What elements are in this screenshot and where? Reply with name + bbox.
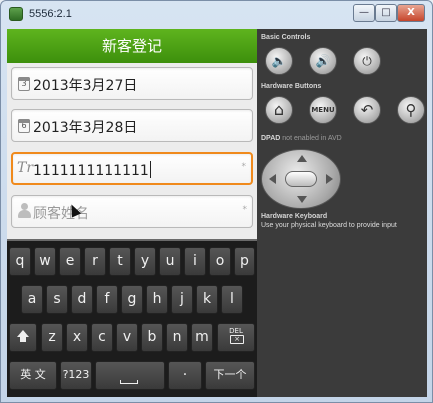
- text-caret: [149, 161, 151, 178]
- key-x[interactable]: x: [66, 323, 88, 352]
- key-q[interactable]: q: [9, 247, 31, 276]
- required-mark: *: [241, 162, 247, 172]
- calendar-icon: 3: [18, 77, 30, 91]
- minimize-button[interactable]: —: [353, 4, 375, 22]
- space-key[interactable]: [95, 361, 165, 390]
- required-mark: *: [242, 205, 248, 215]
- shift-key[interactable]: [9, 323, 37, 352]
- emulator-window: 5556:2.1 — □ X 新客登记 3 2013年3月27日 6 2013年…: [0, 0, 433, 403]
- arrival-date-field[interactable]: 3 2013年3月27日: [11, 67, 253, 100]
- departure-date-field[interactable]: 6 2013年3月28日: [11, 109, 253, 142]
- dpad-up-icon[interactable]: [297, 155, 307, 162]
- soft-keyboard: q w e r t y u i o p a s d f g h j k l z …: [7, 239, 257, 397]
- key-l[interactable]: l: [221, 285, 243, 314]
- key-g[interactable]: g: [121, 285, 143, 314]
- key-d[interactable]: d: [71, 285, 93, 314]
- menu-button[interactable]: MENU: [309, 96, 337, 124]
- phone-screen: 新客登记 3 2013年3月27日 6 2013年3月28日 Tr 111111…: [7, 29, 257, 397]
- back-button[interactable]: ↶: [353, 96, 381, 124]
- language-key[interactable]: 英 文: [9, 361, 57, 390]
- emulator-controls-panel: Basic Controls 🔈 🔊 ⏻ Hardware Buttons ⌂ …: [259, 29, 427, 397]
- key-w[interactable]: w: [34, 247, 56, 276]
- dpad-control[interactable]: [261, 149, 341, 209]
- person-icon: [17, 203, 31, 219]
- key-c[interactable]: c: [91, 323, 113, 352]
- key-e[interactable]: e: [59, 247, 81, 276]
- key-t[interactable]: t: [109, 247, 131, 276]
- key-h[interactable]: h: [146, 285, 168, 314]
- delete-key[interactable]: DEL ×: [217, 323, 255, 352]
- text-type-icon: Tr: [17, 160, 34, 176]
- volume-up-button[interactable]: 🔊: [309, 47, 337, 75]
- key-a[interactable]: a: [21, 285, 43, 314]
- android-app-icon: [9, 7, 23, 21]
- key-z[interactable]: z: [41, 323, 63, 352]
- space-icon: [120, 380, 138, 384]
- period-key[interactable]: ·: [168, 361, 202, 390]
- key-s[interactable]: s: [46, 285, 68, 314]
- backspace-icon: ×: [230, 335, 244, 344]
- window-title: 5556:2.1: [29, 8, 72, 20]
- key-v[interactable]: v: [116, 323, 138, 352]
- key-b[interactable]: b: [141, 323, 163, 352]
- phone-number-text-wrap: 1111111111111: [33, 161, 151, 179]
- departure-date-value: 2013年3月28日: [33, 120, 138, 136]
- hardware-keyboard-label: Hardware Keyboard: [261, 213, 328, 220]
- key-u[interactable]: u: [159, 247, 181, 276]
- calendar-icon: 6: [18, 119, 30, 133]
- phone-number-field[interactable]: Tr 1111111111111 *: [11, 152, 253, 185]
- key-k[interactable]: k: [196, 285, 218, 314]
- power-button[interactable]: ⏻: [353, 47, 381, 75]
- close-button[interactable]: X: [397, 4, 425, 22]
- dpad-title: DPAD: [261, 135, 281, 142]
- app-title: 新客登记: [7, 29, 257, 63]
- key-f[interactable]: f: [96, 285, 118, 314]
- key-m[interactable]: m: [191, 323, 213, 352]
- key-o[interactable]: o: [209, 247, 231, 276]
- key-p[interactable]: p: [234, 247, 255, 276]
- dpad-note: not enabled in AVD: [282, 135, 342, 142]
- dpad-right-icon[interactable]: [326, 174, 333, 184]
- emulator-body: 新客登记 3 2013年3月27日 6 2013年3月28日 Tr 111111…: [7, 29, 427, 397]
- title-bar: 5556:2.1 — □ X: [1, 1, 432, 29]
- arrival-date-value: 2013年3月27日: [33, 78, 138, 94]
- dpad-label: DPAD not enabled in AVD: [261, 135, 342, 142]
- dpad-center-button[interactable]: [285, 171, 317, 187]
- key-r[interactable]: r: [84, 247, 106, 276]
- key-n[interactable]: n: [166, 323, 188, 352]
- hardware-keyboard-note: Use your physical keyboard to provide in…: [261, 222, 397, 229]
- home-button[interactable]: ⌂: [265, 96, 293, 124]
- dpad-down-icon[interactable]: [297, 196, 307, 203]
- maximize-button[interactable]: □: [375, 4, 397, 22]
- shift-icon: [17, 330, 29, 337]
- key-y[interactable]: y: [134, 247, 156, 276]
- key-j[interactable]: j: [171, 285, 193, 314]
- key-i[interactable]: i: [184, 247, 206, 276]
- hardware-buttons-label: Hardware Buttons: [261, 83, 322, 90]
- next-key[interactable]: 下一个: [205, 361, 255, 390]
- dpad-left-icon[interactable]: [269, 174, 276, 184]
- search-button[interactable]: ⚲: [397, 96, 425, 124]
- customer-name-field[interactable]: 顾客姓名 *: [11, 195, 253, 228]
- volume-down-button[interactable]: 🔈: [265, 47, 293, 75]
- basic-controls-label: Basic Controls: [261, 34, 311, 41]
- symbols-key[interactable]: ?123: [60, 361, 92, 390]
- phone-number-value: 1111111111111: [33, 163, 149, 179]
